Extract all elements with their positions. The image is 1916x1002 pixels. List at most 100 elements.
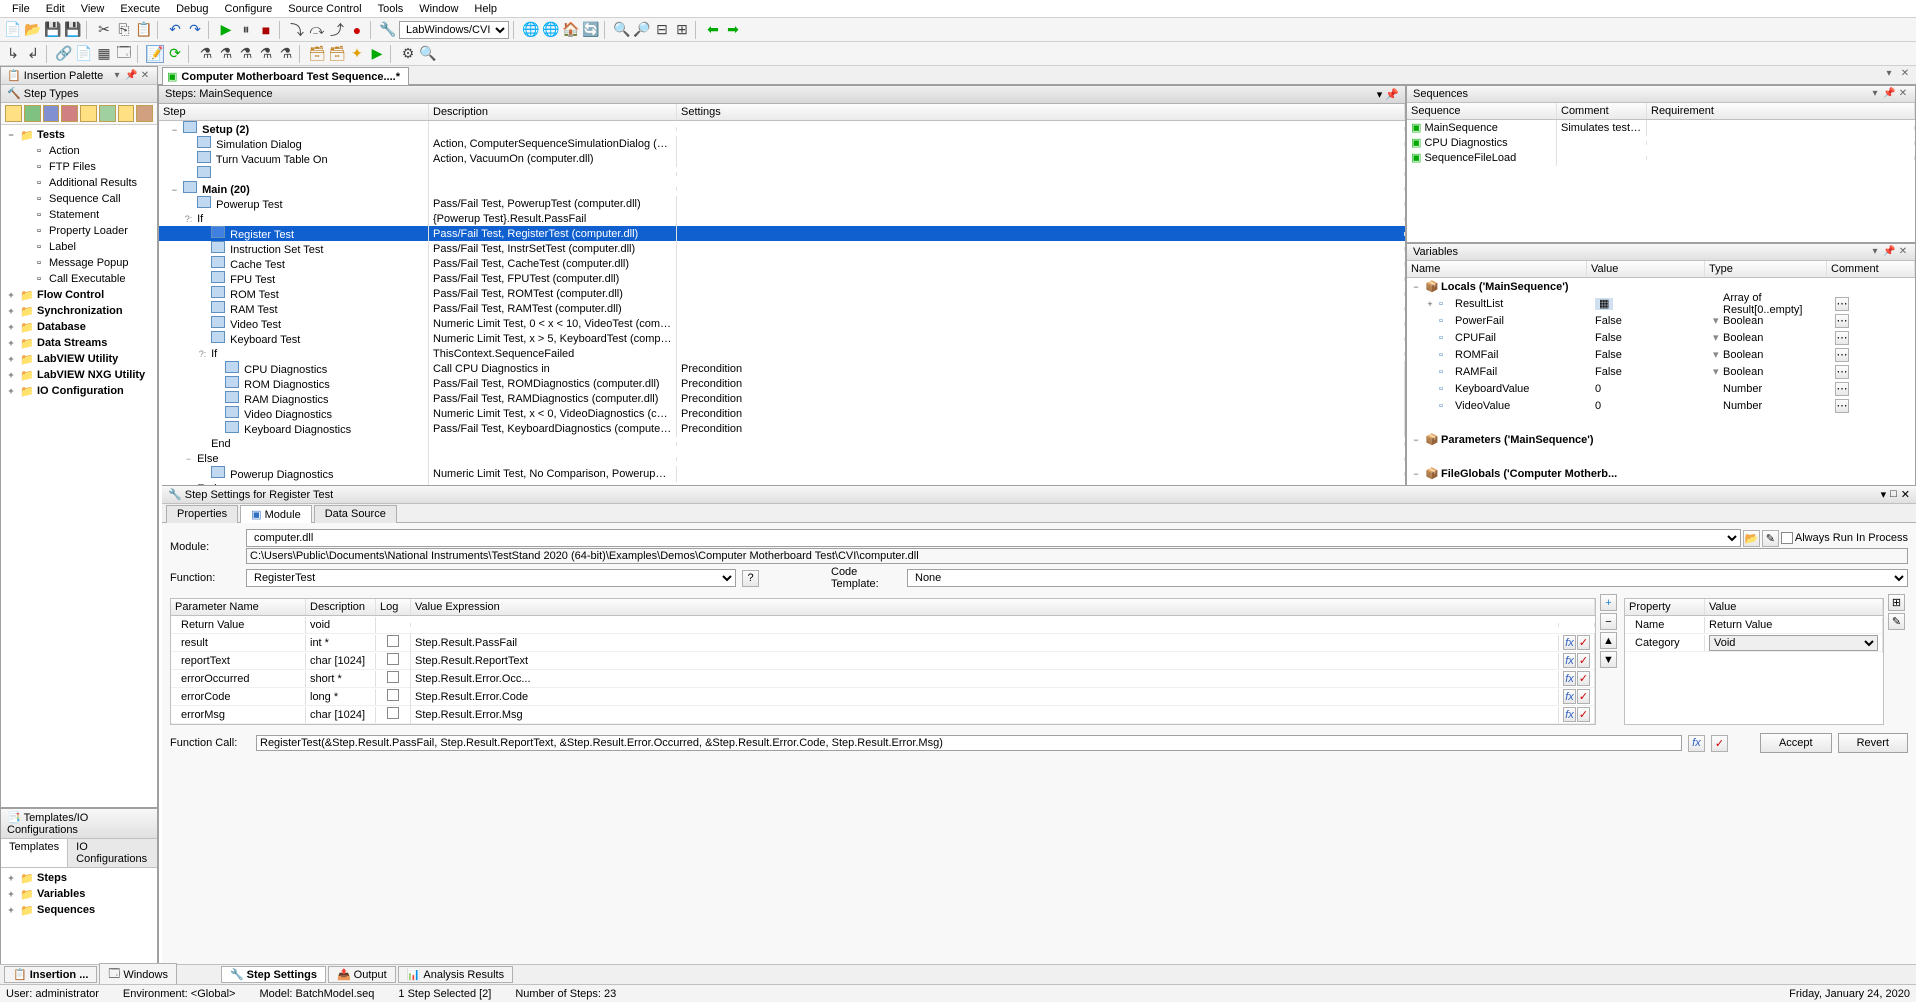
reload-icon[interactable]: ⟳ — [166, 45, 184, 63]
menu-source-control[interactable]: Source Control — [280, 3, 369, 15]
menu-view[interactable]: View — [73, 3, 113, 15]
variable-row[interactable] — [1407, 414, 1915, 431]
tree-item-property-loader[interactable]: ▫Property Loader — [3, 223, 155, 239]
param-row[interactable]: errorCodelong *Step.Result.Error.Codefx✓ — [171, 688, 1595, 706]
param-add-button[interactable]: + — [1600, 594, 1617, 611]
open-icon[interactable]: 📂 — [24, 21, 42, 39]
db1-icon[interactable]: 🗃 — [308, 45, 326, 63]
tree-item-steps[interactable]: +📁Steps — [3, 870, 155, 886]
expand-icon[interactable]: ⊞ — [673, 21, 691, 39]
step-over-icon[interactable]: ⤼ — [308, 21, 326, 39]
palette-type-4[interactable] — [61, 105, 78, 122]
tab-menu-icon[interactable]: ▾ — [1882, 68, 1896, 82]
new-icon[interactable]: 📄 — [4, 21, 22, 39]
function-combo[interactable]: RegisterTest — [246, 569, 736, 587]
tree-item-action[interactable]: ▫Action — [3, 143, 155, 159]
gear-icon[interactable]: ⚙ — [399, 45, 417, 63]
menu-configure[interactable]: Configure — [217, 3, 281, 15]
link-icon[interactable]: 🔗 — [55, 45, 73, 63]
col-param-log[interactable]: Log — [376, 599, 411, 615]
tree-item-call-executable[interactable]: ▫Call Executable — [3, 271, 155, 287]
zoom-icon[interactable]: 🔍 — [613, 21, 631, 39]
pin-icon[interactable]: 📌 — [125, 70, 137, 82]
fcall-check-button[interactable]: ✓ — [1711, 735, 1728, 752]
col-var-value[interactable]: Value — [1587, 261, 1705, 277]
stop-icon[interactable]: ■ — [257, 21, 275, 39]
var-menu-icon[interactable]: ▾ — [1869, 246, 1881, 258]
tree-item-statement[interactable]: ▫Statement — [3, 207, 155, 223]
cut-icon[interactable]: ✂ — [95, 21, 113, 39]
menu-window[interactable]: Window — [411, 3, 466, 15]
bottom-tab-analysis[interactable]: 📊Analysis Results — [398, 966, 513, 983]
accept-button[interactable]: Accept — [1760, 733, 1832, 753]
col-desc[interactable]: Description — [429, 104, 677, 120]
tab-sequence-file[interactable]: ▣ Computer Motherboard Test Sequence....… — [162, 67, 409, 85]
col-var-comment[interactable]: Comment — [1827, 261, 1915, 277]
collapse-icon[interactable]: ⊟ — [653, 21, 671, 39]
tree-item-data-streams[interactable]: +📁Data Streams — [3, 335, 155, 351]
variable-row[interactable]: ▫VideoValue0Number⋯ — [1407, 397, 1915, 414]
tab-module[interactable]: ▣ Module — [240, 505, 312, 523]
palette-type-5[interactable] — [80, 105, 97, 122]
props-icon[interactable]: 📝 — [146, 45, 164, 63]
bottom-tab-windows[interactable]: 🗔Windows — [99, 963, 177, 986]
tree-item-database[interactable]: +📁Database — [3, 319, 155, 335]
variable-row[interactable]: ▫KeyboardValue0Number⋯ — [1407, 380, 1915, 397]
col-sequence[interactable]: Sequence — [1407, 103, 1557, 119]
col-comment[interactable]: Comment — [1557, 103, 1647, 119]
col-step[interactable]: Step — [159, 104, 429, 120]
code-template-combo[interactable]: None — [907, 569, 1908, 587]
flask4-icon[interactable]: ⚗ — [257, 45, 275, 63]
step-row[interactable]: Keyboard TestNumeric Limit Test, x > 5, … — [159, 331, 1405, 346]
tree-item-synchronization[interactable]: +📁Synchronization — [3, 303, 155, 319]
variable-row[interactable]: ▫PowerFailFalse▾Boolean⋯ — [1407, 312, 1915, 329]
save-icon[interactable]: 💾 — [44, 21, 62, 39]
param-row[interactable]: Return Valuevoid — [171, 616, 1595, 634]
seq-pin-icon[interactable]: 📌 — [1883, 88, 1895, 100]
bottom-tab-step-settings[interactable]: 🔧Step Settings — [221, 966, 326, 983]
seq-menu-icon[interactable]: ▾ — [1869, 88, 1881, 100]
copy-icon[interactable]: ⎘ — [115, 21, 133, 39]
undo-icon[interactable]: ↶ — [166, 21, 184, 39]
tab-close-icon[interactable]: ✕ — [1898, 68, 1912, 82]
step-row[interactable]: Keyboard DiagnosticsPass/Fail Test, Keyb… — [159, 421, 1405, 436]
palette-type-7[interactable] — [118, 105, 135, 122]
tree-item-label[interactable]: ▫Label — [3, 239, 155, 255]
close-icon[interactable]: ✕ — [139, 70, 151, 82]
edit-module-button[interactable]: ✎ — [1762, 530, 1779, 547]
tab-datasource[interactable]: Data Source — [314, 505, 397, 523]
property-row[interactable]: CategoryVoid — [1625, 634, 1883, 652]
var-close-icon[interactable]: ✕ — [1897, 246, 1909, 258]
var-pin-icon[interactable]: 📌 — [1883, 246, 1895, 258]
bottom-tab-output[interactable]: 📤Output — [328, 966, 396, 983]
insert-before-icon[interactable]: ↳ — [4, 45, 22, 63]
flask5-icon[interactable]: ⚗ — [277, 45, 295, 63]
run-icon[interactable]: ▶ — [217, 21, 235, 39]
tree-item-flow-control[interactable]: +📁Flow Control — [3, 287, 155, 303]
star-icon[interactable]: ✦ — [348, 45, 366, 63]
col-param-name[interactable]: Parameter Name — [171, 599, 306, 615]
grid-icon[interactable]: ▦ — [95, 45, 113, 63]
menu-edit[interactable]: Edit — [38, 3, 73, 15]
seq-close-icon[interactable]: ✕ — [1897, 88, 1909, 100]
search2-icon[interactable]: 🔍 — [419, 45, 437, 63]
palette-type-3[interactable] — [43, 105, 60, 122]
sequence-row[interactable]: ▣ SequenceFileLoad — [1407, 150, 1915, 165]
param-remove-button[interactable]: − — [1600, 613, 1617, 630]
palette-type-8[interactable] — [136, 105, 153, 122]
forward-icon[interactable]: ➡ — [724, 21, 742, 39]
doc-icon[interactable]: 📄 — [75, 45, 93, 63]
prop-edit-button[interactable]: ✎ — [1888, 613, 1905, 630]
menu-help[interactable]: Help — [466, 3, 505, 15]
revert-button[interactable]: Revert — [1838, 733, 1908, 753]
variable-row[interactable]: −📦Parameters ('MainSequence') — [1407, 431, 1915, 448]
toggle-breakpoint-icon[interactable]: ● — [348, 21, 366, 39]
variable-row[interactable]: ▫ROMFailFalse▾Boolean⋯ — [1407, 346, 1915, 363]
param-row[interactable]: reportTextchar [1024]Step.Result.ReportT… — [171, 652, 1595, 670]
steps-dropdown-icon[interactable]: ▾ — [1377, 89, 1383, 101]
fcall-expr-button[interactable]: fx — [1688, 735, 1705, 752]
module-path-field[interactable] — [246, 548, 1908, 564]
flask3-icon[interactable]: ⚗ — [237, 45, 255, 63]
go-icon[interactable]: ▶ — [368, 45, 386, 63]
browse-module-button[interactable]: 📂 — [1743, 530, 1760, 547]
